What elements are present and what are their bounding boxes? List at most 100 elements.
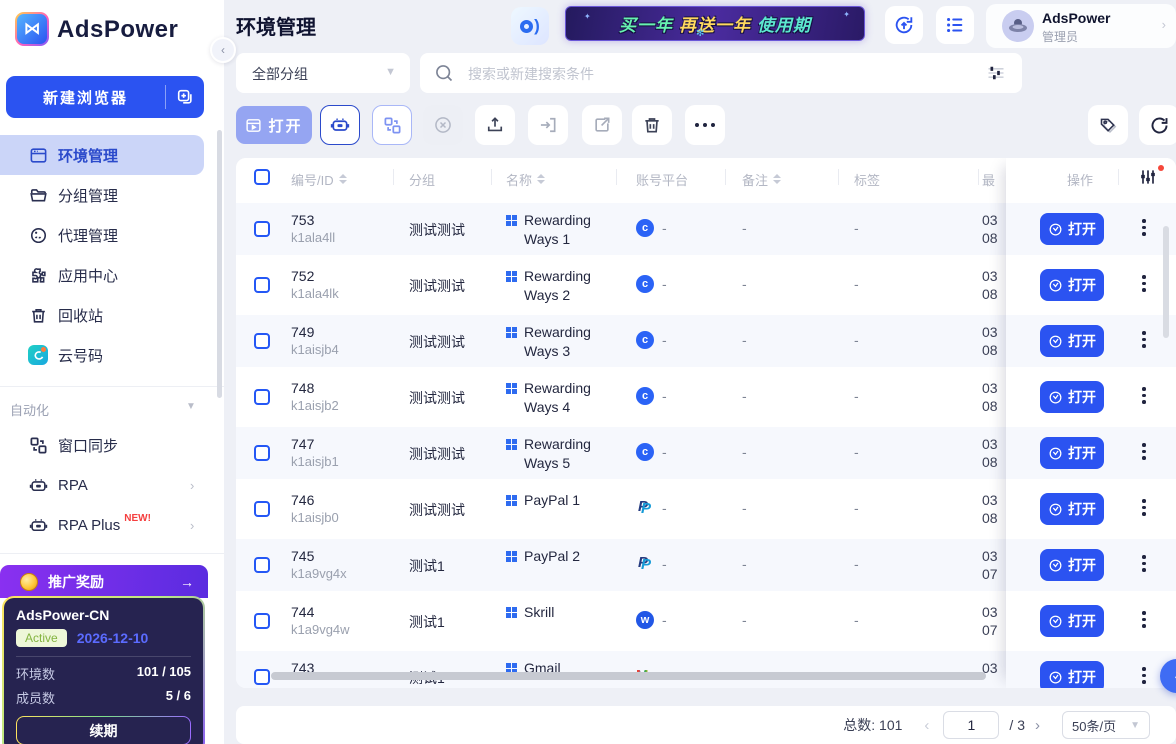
row-menu-button[interactable] — [1142, 219, 1146, 236]
import-icon — [538, 115, 558, 135]
page-input[interactable] — [943, 711, 999, 739]
row-menu-button[interactable] — [1142, 331, 1146, 348]
promo-campaign-banner[interactable]: 买一年 再送一年 使用期 ✦ ✻ ✦ — [565, 6, 865, 41]
column-note[interactable]: 备注 — [742, 170, 781, 189]
sidebar-item-proxies[interactable]: 代理管理 — [0, 215, 204, 255]
prev-page-button[interactable]: ‹ — [924, 717, 929, 734]
task-list-button[interactable] — [936, 6, 974, 44]
check-update-button[interactable] — [885, 6, 923, 44]
sidebar-item-rpa[interactable]: RPA › — [0, 465, 210, 505]
env-name: PayPal 2 — [524, 547, 580, 566]
column-last-open[interactable]: 最 — [982, 170, 995, 189]
renew-button[interactable]: 续期 — [16, 716, 191, 744]
column-id[interactable]: 编号/ID — [291, 170, 347, 189]
export-upload-button[interactable] — [475, 105, 515, 145]
page-size-select[interactable]: 50条/页 ▼ — [1062, 711, 1150, 739]
row-checkbox[interactable] — [254, 221, 270, 237]
sidebar-item-groups[interactable]: 分组管理 — [0, 175, 204, 215]
update-icon — [893, 14, 915, 36]
promo-app-icon[interactable]: ) — [511, 7, 549, 45]
open-environment-button[interactable]: 打开 — [1040, 325, 1104, 357]
row-menu-button[interactable] — [1142, 611, 1146, 628]
open-environment-button[interactable]: 打开 — [1040, 213, 1104, 245]
group-filter-select[interactable]: 全部分组 ▼ — [236, 53, 410, 93]
refresh-button[interactable] — [1139, 105, 1176, 145]
id-cell: 752k1ala4lk — [291, 267, 339, 303]
row-checkbox[interactable] — [254, 333, 270, 349]
app-window: ⋈ AdsPower 新建浏览器 环境管理 — [0, 0, 1176, 744]
open-selected-button[interactable]: 打开 — [236, 106, 312, 144]
sidebar-item-apps[interactable]: 应用中心 — [0, 255, 204, 295]
row-checkbox[interactable] — [254, 557, 270, 573]
delete-button[interactable] — [632, 105, 672, 145]
row-menu-button[interactable] — [1142, 555, 1146, 572]
vertical-scrollbar[interactable] — [1163, 226, 1169, 338]
sidebar-item-label: RPA Plus — [58, 517, 120, 534]
row-menu-button[interactable] — [1142, 443, 1146, 460]
more-actions-button[interactable] — [685, 105, 725, 145]
row-menu-button[interactable] — [1142, 499, 1146, 516]
open-environment-button[interactable]: 打开 — [1040, 661, 1104, 688]
actions-row: 打开 — [1006, 203, 1176, 255]
plus-copy-icon[interactable] — [166, 88, 204, 106]
row-checkbox[interactable] — [254, 277, 270, 293]
advanced-filter-icon[interactable] — [986, 63, 1006, 88]
row-menu-button[interactable] — [1142, 275, 1146, 292]
select-all-checkbox[interactable] — [254, 169, 270, 185]
sidebar-scrollbar[interactable] — [217, 130, 222, 398]
column-tag[interactable]: 标签 — [854, 170, 880, 189]
platform-cell: PP- — [636, 499, 667, 517]
row-checkbox[interactable] — [254, 613, 270, 629]
row-menu-button[interactable] — [1142, 387, 1146, 404]
id-cell: 744k1a9vg4w — [291, 603, 350, 639]
row-checkbox[interactable] — [254, 669, 270, 685]
sparkle-icon: ✦ — [843, 10, 850, 19]
windows-icon — [506, 383, 517, 417]
windows-icon — [506, 439, 517, 473]
column-group[interactable]: 分组 — [409, 170, 435, 189]
next-page-button[interactable]: › — [1035, 717, 1040, 734]
search-input[interactable] — [466, 53, 950, 95]
close-all-button[interactable] — [423, 105, 463, 145]
env-code: k1a9vg4x — [291, 565, 347, 583]
sidebar-item-label: 云号码 — [58, 345, 103, 366]
open-label: 打开 — [1068, 331, 1096, 351]
referral-promo-banner[interactable]: 推广奖励 → — [0, 565, 208, 598]
import-button[interactable] — [528, 105, 568, 145]
open-environment-button[interactable]: 打开 — [1040, 381, 1104, 413]
open-environment-button[interactable]: 打开 — [1040, 549, 1104, 581]
open-environment-button[interactable]: 打开 — [1040, 437, 1104, 469]
row-checkbox[interactable] — [254, 389, 270, 405]
open-label: 打开 — [1068, 443, 1096, 463]
open-environment-button[interactable]: 打开 — [1040, 493, 1104, 525]
sidebar-item-environments[interactable]: 环境管理 — [0, 135, 204, 175]
sidebar-item-rpa-plus[interactable]: RPA Plus NEW! › — [0, 505, 210, 545]
sidebar: ⋈ AdsPower 新建浏览器 环境管理 — [0, 0, 224, 744]
column-name[interactable]: 名称 — [506, 170, 545, 189]
row-checkbox[interactable] — [254, 445, 270, 461]
date-line2: 08 — [982, 229, 998, 247]
open-environment-button[interactable]: 打开 — [1040, 269, 1104, 301]
chevron-down-icon[interactable]: ▼ — [186, 401, 196, 412]
sort-icon — [339, 174, 347, 184]
sidebar-item-cloud-number[interactable]: 云号码 — [0, 335, 204, 375]
sidebar-item-window-sync[interactable]: 窗口同步 — [0, 425, 210, 465]
sidebar-collapse-button[interactable]: ‹ — [210, 37, 236, 63]
column-settings-icon[interactable] — [1138, 167, 1158, 190]
horizontal-scrollbar[interactable] — [271, 672, 986, 680]
sidebar-item-recycle[interactable]: 回收站 — [0, 295, 204, 335]
rpa-task-button[interactable] — [320, 105, 360, 145]
date-line1: 03 — [982, 435, 998, 453]
open-environment-button[interactable]: 打开 — [1040, 605, 1104, 637]
row-menu-button[interactable] — [1142, 667, 1146, 684]
new-browser-button[interactable]: 新建浏览器 — [6, 76, 204, 118]
row-checkbox[interactable] — [254, 501, 270, 517]
platform-icon-c: c — [636, 331, 654, 349]
window-sync-button[interactable] — [372, 105, 412, 145]
share-button[interactable] — [582, 105, 622, 145]
user-account-menu[interactable]: AdsPower 管理员 › — [986, 4, 1176, 48]
env-name: Rewarding Ways 2 — [524, 267, 628, 305]
tags-button[interactable] — [1088, 105, 1128, 145]
column-platform[interactable]: 账号平台 — [636, 170, 688, 189]
env-code: k1aisjb2 — [291, 397, 339, 415]
